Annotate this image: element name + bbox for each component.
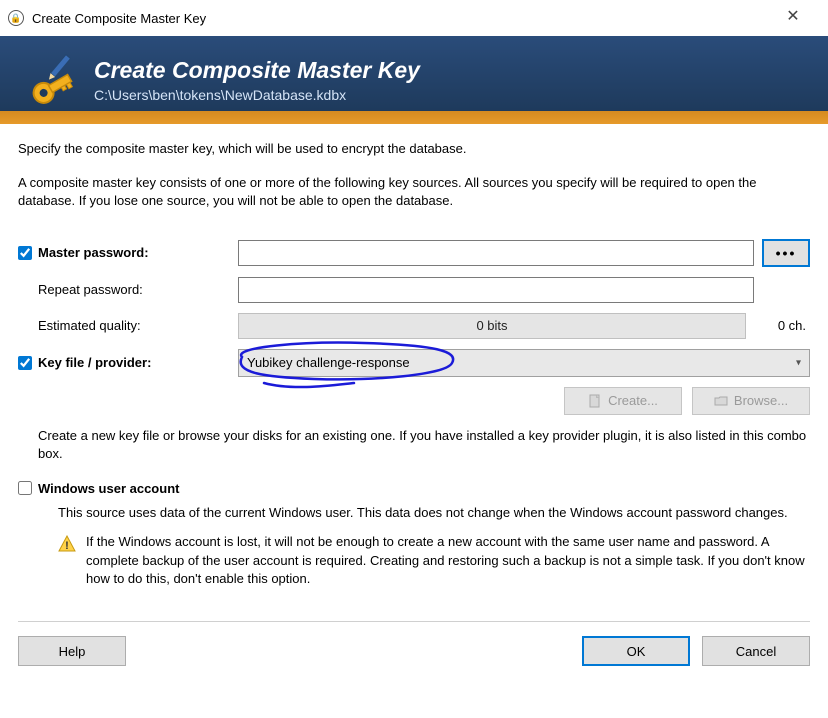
close-icon: ✕ xyxy=(786,6,799,26)
chars-count: 0 ch. xyxy=(754,318,810,333)
header-banner: Create Composite Master Key C:\Users\ben… xyxy=(0,36,828,124)
intro-text-1: Specify the composite master key, which … xyxy=(18,140,810,158)
wua-warning-text: If the Windows account is lost, it will … xyxy=(86,533,810,590)
wua-description: This source uses data of the current Win… xyxy=(58,504,810,523)
footer: Help OK Cancel xyxy=(0,622,828,680)
dots-icon: ••• xyxy=(776,245,797,261)
browse-button-label: Browse... xyxy=(734,393,788,408)
keyfile-label: Key file / provider: xyxy=(38,355,238,370)
cancel-button[interactable]: Cancel xyxy=(702,636,810,666)
master-password-input[interactable] xyxy=(238,240,754,266)
warning-icon: ! xyxy=(58,535,76,553)
cancel-label: Cancel xyxy=(736,644,776,659)
titlebar: 🔒 Create Composite Master Key ✕ xyxy=(0,0,828,36)
help-button[interactable]: Help xyxy=(18,636,126,666)
ok-label: OK xyxy=(627,644,646,659)
ok-button[interactable]: OK xyxy=(582,636,690,666)
keyfile-provider-combo[interactable]: Yubikey challenge-response ▾ xyxy=(238,349,810,377)
folder-icon xyxy=(714,394,728,408)
chevron-down-icon: ▾ xyxy=(796,357,801,368)
close-button[interactable]: ✕ xyxy=(770,0,816,32)
intro-text-2: A composite master key consists of one o… xyxy=(18,174,810,210)
quality-bar: 0 bits xyxy=(238,313,746,339)
master-password-checkbox[interactable] xyxy=(18,246,32,260)
content-area: Specify the composite master key, which … xyxy=(0,124,828,599)
app-lock-icon: 🔒 xyxy=(8,10,24,26)
repeat-password-input[interactable] xyxy=(238,277,754,303)
keyfile-description: Create a new key file or browse your dis… xyxy=(38,427,810,463)
create-button-label: Create... xyxy=(608,393,658,408)
estimated-quality-label: Estimated quality: xyxy=(38,318,238,333)
keyfile-checkbox[interactable] xyxy=(18,356,32,370)
quality-text: 0 bits xyxy=(476,318,507,333)
windows-user-account-checkbox[interactable] xyxy=(18,481,32,495)
key-pencil-icon xyxy=(20,50,80,110)
master-password-label: Master password: xyxy=(38,245,238,260)
header-path: C:\Users\ben\tokens\NewDatabase.kdbx xyxy=(94,87,420,103)
repeat-password-label: Repeat password: xyxy=(38,282,238,297)
window-title: Create Composite Master Key xyxy=(32,11,206,26)
windows-user-account-label: Windows user account xyxy=(38,481,179,496)
svg-text:!: ! xyxy=(65,540,69,552)
header-title: Create Composite Master Key xyxy=(94,57,420,84)
new-file-icon xyxy=(588,394,602,408)
master-password-section: Master password: ••• Repeat password: Es… xyxy=(18,239,810,590)
help-label: Help xyxy=(59,644,86,659)
browse-keyfile-button[interactable]: Browse... xyxy=(692,387,810,415)
reveal-password-button[interactable]: ••• xyxy=(762,239,810,267)
create-keyfile-button[interactable]: Create... xyxy=(564,387,682,415)
combo-selected-text: Yubikey challenge-response xyxy=(247,355,410,370)
